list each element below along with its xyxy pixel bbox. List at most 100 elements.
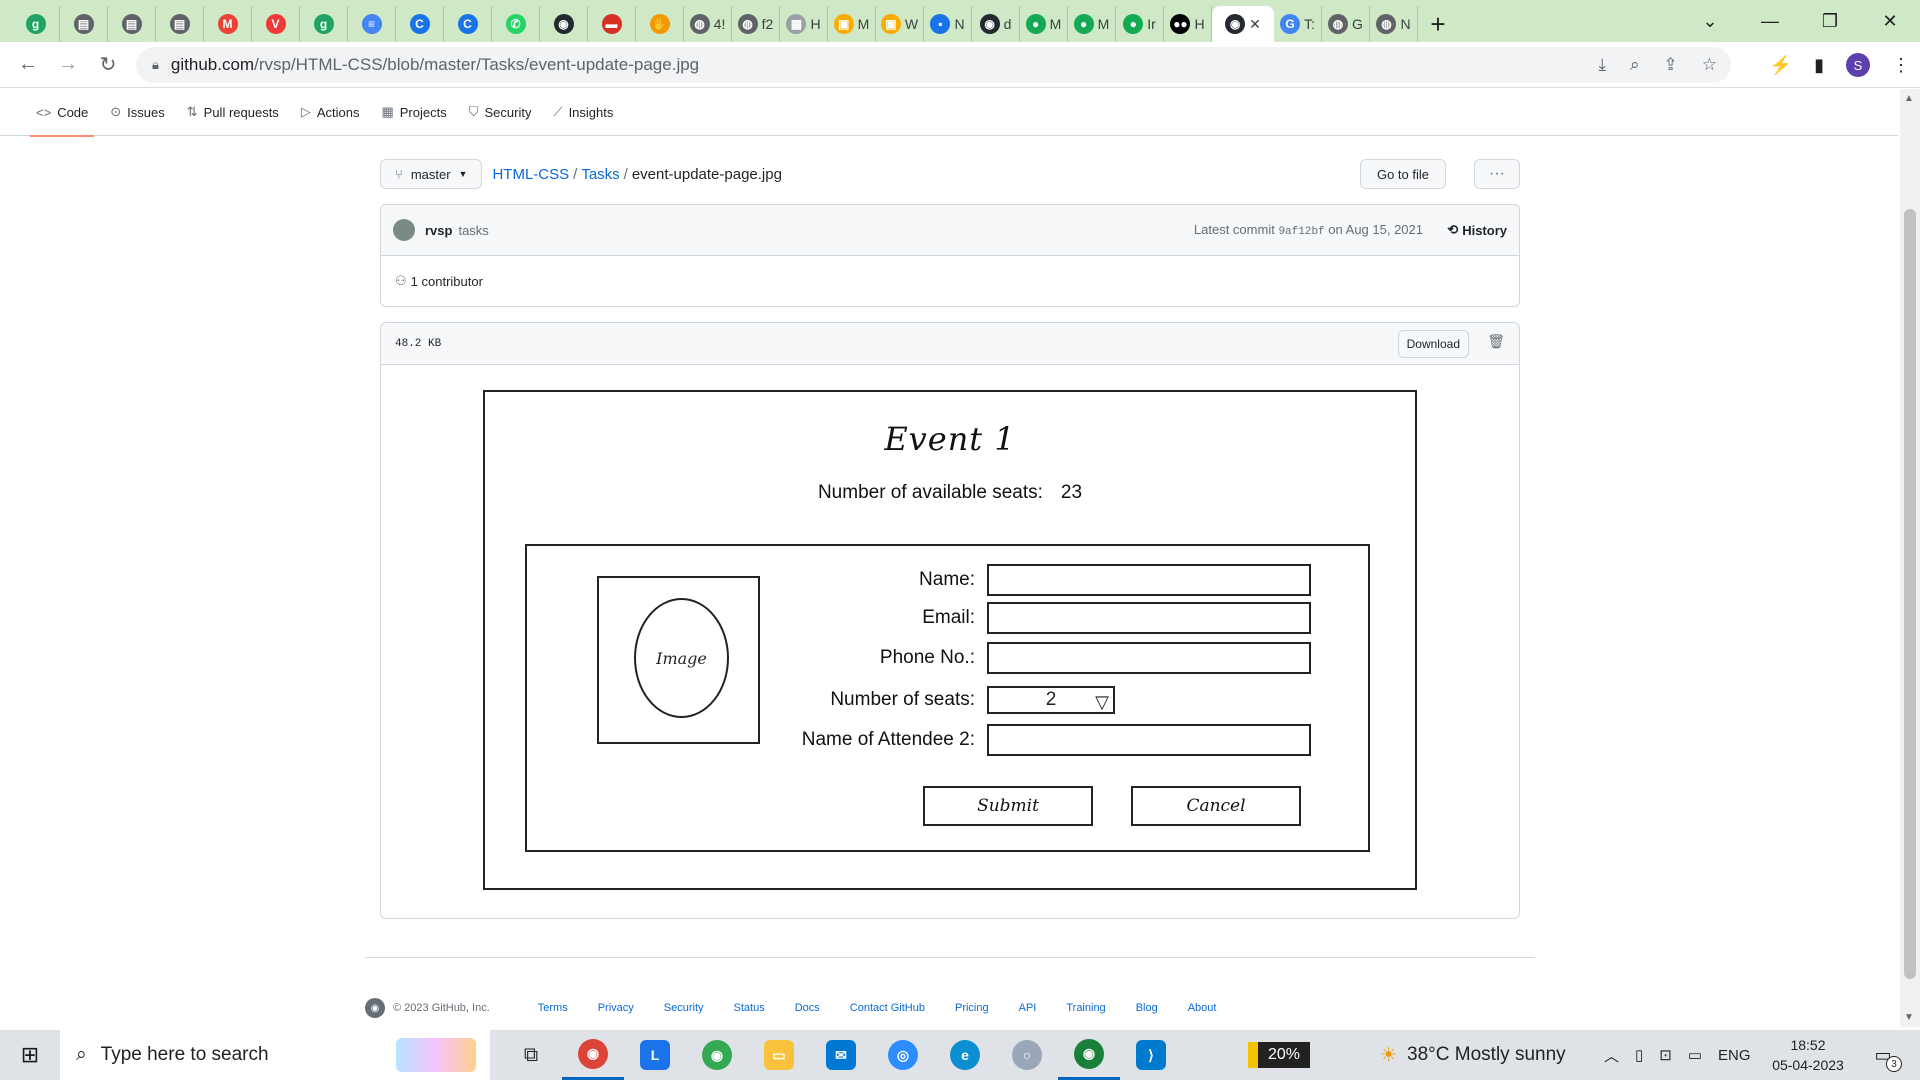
author-avatar[interactable] [393,219,415,241]
forward-button[interactable]: → [48,45,88,85]
footer-link[interactable]: Terms [538,1002,568,1014]
browser-tab[interactable]: ● Ir [1116,6,1164,42]
browser-tab[interactable]: G T: [1274,6,1322,42]
scroll-up-icon[interactable]: ▲ [1904,93,1914,104]
weather-widget[interactable]: ☀ 38°C Mostly sunny [1380,1030,1566,1080]
tab-issues[interactable]: ⊙ Issues [110,89,164,136]
tab-projects[interactable]: ▦ Projects [381,89,446,136]
download-button[interactable]: Download [1397,330,1469,358]
trash-icon[interactable]: 🗑︎ [1487,333,1505,350]
scroll-down-icon[interactable]: ▼ [1904,1012,1914,1023]
taskbar-edge[interactable]: e [934,1030,996,1080]
browser-tab[interactable]: ▤ [108,6,156,42]
browser-tab[interactable]: ● M [1068,6,1116,42]
commit-sha-link[interactable]: 9af12bf [1278,226,1324,238]
taskbar-chrome-active[interactable]: ◉ [1058,1030,1120,1080]
taskbar-l-app[interactable]: L [624,1030,686,1080]
side-panel-icon[interactable]: ▮ [1814,55,1824,76]
commit-author[interactable]: rvsp [425,223,452,238]
tab-code[interactable]: <> Code [29,89,95,137]
browser-tab[interactable]: ◍ f2 [732,6,780,42]
close-window-button[interactable]: ✕ [1860,11,1920,32]
tab-pull-requests[interactable]: ⇅ Pull requests [187,89,279,136]
browser-tab[interactable]: C [396,6,444,42]
taskbar-cortana[interactable]: ○ [996,1030,1058,1080]
browser-tab[interactable]: ✋ [636,6,684,42]
tab-search-icon[interactable]: ⌄ [1680,11,1740,32]
device-icon[interactable]: ▯ [1635,1046,1643,1064]
start-button[interactable]: ⊞ [0,1030,60,1080]
history-button[interactable]: ⟲ History [1447,222,1507,238]
browser-tab[interactable]: ▪ N [924,6,972,42]
footer-link[interactable]: Docs [795,1002,820,1014]
breadcrumb-folder-link[interactable]: Tasks [581,166,619,183]
footer-link[interactable]: Blog [1136,1002,1158,1014]
notifications-button[interactable]: ▭ 3 [1868,1042,1902,1072]
battery-icon[interactable]: ▭ [1688,1046,1702,1064]
back-button[interactable]: ← [8,45,48,85]
profile-avatar[interactable]: S [1846,53,1870,77]
commit-message[interactable]: tasks [458,223,488,238]
clock[interactable]: 18:52 05-04-2023 [1768,1035,1848,1075]
browser-tab[interactable]: V [252,6,300,42]
battery-indicator[interactable]: 20% [1248,1042,1310,1068]
browser-tab[interactable]: g [300,6,348,42]
browser-tab[interactable]: ✆ [492,6,540,42]
browser-tab[interactable]: ▣ M [828,6,876,42]
browser-tab[interactable]: ▬ [588,6,636,42]
browser-tab[interactable]: ▤ [156,6,204,42]
footer-link[interactable]: Status [734,1002,765,1014]
contributors-row[interactable]: ⚇ 1 contributor [381,256,1519,306]
zoom-icon[interactable]: ⌕ [1630,55,1640,75]
browser-tab[interactable]: C [444,6,492,42]
browser-tab[interactable]: ≡ [348,6,396,42]
go-to-file-button[interactable]: Go to file [1359,159,1446,189]
footer-link[interactable]: API [1019,1002,1037,1014]
taskbar-file-explorer[interactable]: ▭ [748,1030,810,1080]
footer-link[interactable]: Pricing [955,1002,989,1014]
restore-button[interactable]: ❐ [1800,11,1860,32]
browser-tab[interactable]: ◉ [540,6,588,42]
close-tab-icon[interactable]: ✕ [1249,16,1261,33]
browser-tab[interactable]: ◍ G [1322,6,1370,42]
minimize-button[interactable]: — [1740,11,1800,32]
bookmark-star-icon[interactable]: ☆ [1702,55,1717,75]
browser-tab[interactable]: ●● H [1164,6,1212,42]
footer-link[interactable]: Contact GitHub [850,1002,925,1014]
new-tab-button[interactable]: + [1418,6,1458,42]
footer-link[interactable]: About [1188,1002,1217,1014]
tab-actions[interactable]: ▷ Actions [301,89,360,136]
browser-tab[interactable]: ▤ [60,6,108,42]
tab-insights[interactable]: ⟋ Insights [553,89,613,136]
branch-select-button[interactable]: ⑂ master ▼ [380,159,483,189]
menu-icon[interactable]: ⋮ [1892,55,1910,76]
browser-tab[interactable]: ◍ N [1370,6,1418,42]
tab-security[interactable]: ⛉ Security [469,89,532,136]
extension-icon[interactable]: ⚡ [1770,55,1792,76]
taskbar-zoom[interactable]: ◎ [872,1030,934,1080]
browser-tab[interactable]: M [204,6,252,42]
install-icon[interactable]: ⤓ [1598,55,1606,75]
taskbar-chrome-profile[interactable]: ◉ [562,1030,624,1080]
scrollbar-thumb[interactable] [1904,209,1916,979]
task-view-button[interactable]: ⧉ [500,1030,562,1080]
taskbar-vscode[interactable]: ⟩ [1120,1030,1182,1080]
browser-tab[interactable]: g [12,6,60,42]
browser-tab[interactable]: ▣ W [876,6,924,42]
network-icon[interactable]: ⊡ [1659,1046,1672,1064]
url-text[interactable]: github.com/rvsp/HTML-CSS/blob/master/Tas… [171,55,699,75]
taskbar-mail[interactable]: ✉ [810,1030,872,1080]
more-options-button[interactable]: ··· [1474,159,1520,189]
taskbar-search[interactable]: ⌕ Type here to search [60,1030,490,1080]
share-icon[interactable]: ⇪ [1664,55,1678,75]
footer-link[interactable]: Security [664,1002,704,1014]
footer-link[interactable]: Training [1066,1002,1105,1014]
browser-tab[interactable]: ◍ 4! [684,6,732,42]
taskbar-chrome[interactable]: ◉ [686,1030,748,1080]
browser-tab-active[interactable]: ◉ ✕ [1212,6,1274,42]
page-scrollbar[interactable]: ▲ ▼ [1900,89,1920,1027]
reload-button[interactable]: ↻ [88,45,128,85]
footer-link[interactable]: Privacy [598,1002,634,1014]
breadcrumb-repo-link[interactable]: HTML-CSS [492,166,569,183]
github-logo-icon[interactable]: ◉ [365,998,385,1018]
